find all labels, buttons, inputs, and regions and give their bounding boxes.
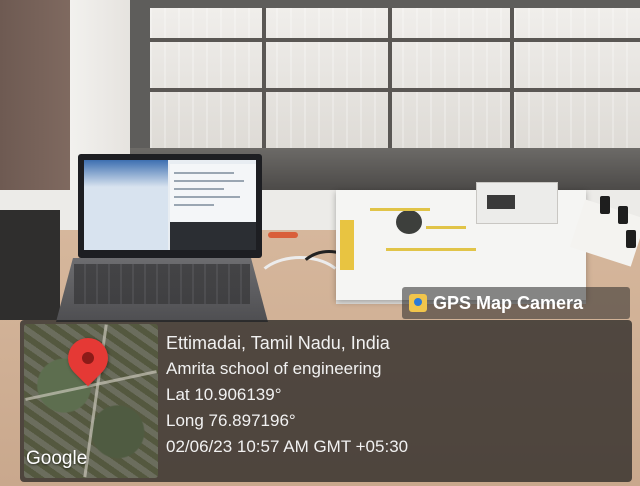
laptop-keyboard — [74, 264, 250, 304]
gps-camera-icon — [409, 294, 427, 312]
text-line — [174, 204, 214, 206]
laptop-display — [84, 160, 256, 250]
window-glass — [150, 8, 640, 148]
device-panel — [476, 182, 558, 224]
text-line — [174, 172, 234, 174]
plug — [626, 230, 636, 248]
device-tape — [370, 208, 430, 211]
device-box — [336, 182, 586, 300]
map-pin-icon — [59, 329, 117, 387]
window-bar — [150, 88, 640, 92]
device-tape — [426, 226, 466, 229]
gps-camera-badge: GPS Map Camera — [402, 287, 630, 319]
display-window — [84, 160, 168, 250]
map-brand: Google — [26, 448, 88, 469]
longitude: Long 76.897196° — [166, 411, 296, 430]
usb-connector — [268, 232, 298, 238]
photo-scene: GPS Map Camera Google Ettimadai, Tamil N… — [0, 0, 640, 486]
timestamp: 02/06/23 10:57 AM GMT +05:30 — [166, 437, 409, 456]
location-name: Ettimadai, Tamil Nadu, India — [166, 333, 390, 353]
location-info-panel: Google Ettimadai, Tamil Nadu, India Amri… — [20, 320, 632, 482]
location-text: Ettimadai, Tamil Nadu, India Amrita scho… — [166, 330, 408, 460]
dark-box — [0, 210, 60, 320]
terminal-pane — [170, 222, 256, 250]
window-bar — [510, 8, 514, 148]
latitude: Lat 10.906139° — [166, 385, 282, 404]
device-tape — [386, 248, 476, 251]
device-label — [340, 220, 354, 270]
text-line — [174, 188, 224, 190]
text-line — [174, 196, 240, 198]
map-thumbnail: Google — [24, 324, 158, 478]
window-bar — [150, 38, 640, 42]
text-line — [174, 180, 244, 182]
window-bar — [262, 8, 266, 148]
badge-label: GPS Map Camera — [433, 292, 584, 313]
window-bar — [388, 8, 392, 148]
place-name: Amrita school of engineering — [166, 359, 382, 378]
plug — [600, 196, 610, 214]
device-display — [487, 195, 515, 209]
plug — [618, 206, 628, 224]
device-component — [396, 210, 422, 234]
